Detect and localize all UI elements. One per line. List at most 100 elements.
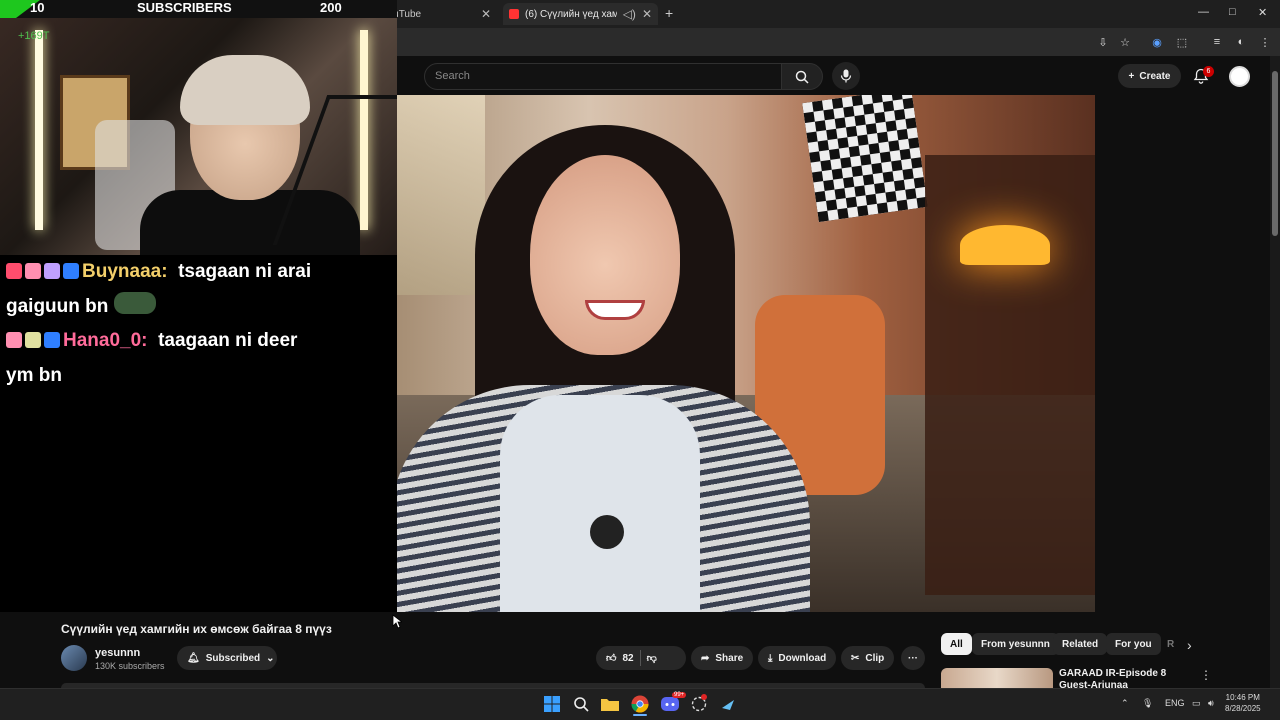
youtube-favicon-icon xyxy=(509,9,519,19)
subscribed-button[interactable]: 🔔︎ Subscribed ⌄ xyxy=(177,646,277,670)
tab-label: (6) Сүүлийн үед хамгийн и xyxy=(525,8,617,20)
like-button[interactable]: 👍︎ 82 xyxy=(606,652,634,665)
clock-time: 10:46 PM xyxy=(1225,693,1260,702)
subscriber-goal-bar: 10 SUBSCRIBERS 200 xyxy=(0,0,397,18)
microphone-icon xyxy=(840,69,852,83)
chip-related[interactable]: Related xyxy=(1053,633,1108,655)
divider xyxy=(639,650,641,666)
menu-kebab-icon[interactable]: ⋮ xyxy=(1258,35,1272,49)
clip-button[interactable]: ✂ Clip xyxy=(841,646,895,670)
windows-logo-icon xyxy=(544,696,560,712)
chat-message-continued: gaiguun bn xyxy=(6,290,159,324)
chat-text: taagaan ni deer xyxy=(158,330,298,351)
chat-text: gaiguun bn xyxy=(6,296,109,317)
tray-microphone-icon[interactable]: 🎙︎ xyxy=(1142,698,1153,709)
chrome-icon[interactable] xyxy=(630,694,650,714)
speaker-icon[interactable]: ◁) xyxy=(623,7,636,21)
heart-badge-icon xyxy=(6,332,22,348)
new-tab-button[interactable]: + xyxy=(665,5,673,21)
steam-icon[interactable] xyxy=(718,694,738,714)
presenter-shirt xyxy=(500,395,700,612)
clip-label: Clip xyxy=(865,652,885,664)
file-explorer-icon[interactable] xyxy=(600,694,620,714)
lavalier-microphone xyxy=(590,515,624,549)
download-icon: ⤓ xyxy=(768,652,773,664)
active-app-indicator xyxy=(633,714,647,716)
maximize-icon[interactable]: □ xyxy=(1229,6,1236,18)
chat-message-continued: ym bn xyxy=(6,359,62,393)
streamer-hair xyxy=(180,55,310,125)
subscriber-count: 130K subscribers xyxy=(95,661,165,671)
heart-badge-icon xyxy=(25,263,41,279)
chevron-down-icon: ⌄ xyxy=(266,652,275,664)
recommendation-menu-icon[interactable]: ⋮ xyxy=(1200,668,1212,682)
orange-lamp xyxy=(960,225,1050,265)
goal-current: 10 xyxy=(30,0,45,15)
tab-current-video[interactable]: (6) Сүүлийн үед хамгийн и ◁) ✕ xyxy=(503,3,658,25)
bookmark-star-icon[interactable]: ☆ xyxy=(1118,35,1132,49)
close-tab-icon[interactable]: ✕ xyxy=(642,7,652,21)
frog-emote-icon xyxy=(113,292,156,314)
scrollbar-thumb[interactable] xyxy=(1272,71,1278,236)
install-app-icon[interactable]: ⇩ xyxy=(1096,35,1110,49)
share-button[interactable]: ➦ Share xyxy=(691,646,754,670)
search-input[interactable]: Search xyxy=(424,63,782,90)
windows-start-icon[interactable] xyxy=(542,694,562,714)
clock-date: 8/28/2025 xyxy=(1225,704,1261,713)
webcam-watermark: +169T xyxy=(18,30,50,42)
thumbs-up-icon: 👍︎ xyxy=(606,653,617,664)
media-control-icon[interactable]: ≡ xyxy=(1210,35,1224,49)
account-avatar[interactable] xyxy=(1229,66,1250,87)
voice-search-button[interactable] xyxy=(832,62,860,90)
network-icon[interactable]: ▭ xyxy=(1192,698,1201,709)
notification-count-badge: 6 xyxy=(1203,66,1214,77)
chip-for-you[interactable]: For you xyxy=(1106,633,1161,655)
dislike-button[interactable]: 👎︎ xyxy=(647,652,657,664)
show-hidden-icons-chevron[interactable]: ⌃ xyxy=(1121,698,1129,709)
youtube-sidebar-area xyxy=(1095,95,1270,612)
language-indicator[interactable]: ENG xyxy=(1165,698,1185,708)
rocket-badge-icon xyxy=(6,263,22,279)
chip-from-channel[interactable]: From yesunnn xyxy=(972,633,1059,655)
chat-username: Hana0_0: xyxy=(63,330,148,351)
more-actions-button[interactable]: ··· xyxy=(901,646,925,670)
chip-truncated[interactable]: R xyxy=(1158,633,1183,655)
neon-light-left xyxy=(35,30,43,230)
extensions-icon[interactable]: ⬚ xyxy=(1175,35,1189,49)
close-tab-icon[interactable]: ✕ xyxy=(481,7,491,21)
close-window-icon[interactable]: ✕ xyxy=(1258,6,1267,19)
create-button[interactable]: + Create xyxy=(1118,64,1181,88)
create-label: Create xyxy=(1139,70,1171,82)
page-scrollbar[interactable] xyxy=(1270,56,1280,688)
volume-icon[interactable]: 🔊︎ xyxy=(1208,698,1214,709)
streamer-webcam: +169T xyxy=(0,0,397,255)
chat-text: ym bn xyxy=(6,365,62,386)
recommendation-title[interactable]: GARAAD IR-Episode 8 Guest-Ariunaa xyxy=(1059,668,1199,688)
recommendation-thumbnail[interactable] xyxy=(941,668,1053,688)
chat-message: Hana0_0: taagaan ni deer xyxy=(6,324,297,358)
minimize-icon[interactable]: — xyxy=(1198,6,1209,18)
profile-icon[interactable]: ◐ xyxy=(1234,35,1248,49)
gift-badge-icon xyxy=(44,332,60,348)
chat-text: tsagaan ni arai xyxy=(178,261,312,282)
scissors-icon: ✂ xyxy=(851,652,860,664)
taskbar-search-icon[interactable] xyxy=(571,694,591,714)
like-count: 82 xyxy=(622,652,634,664)
channel-name[interactable]: yesunnn xyxy=(95,647,140,659)
share-arrow-icon: ➦ xyxy=(701,652,710,664)
audio-extension-icon[interactable]: ◉ xyxy=(1150,35,1164,49)
thumbs-down-icon: 👎︎ xyxy=(646,653,657,664)
download-button[interactable]: ⤓ Download xyxy=(758,646,837,670)
taskbar-clock[interactable]: 10:46 PM 8/28/2025 xyxy=(1225,692,1261,714)
like-dislike-group: 👍︎ 82 👎︎ xyxy=(596,646,686,670)
channel-avatar[interactable] xyxy=(61,645,87,671)
chat-username: Buynaaa: xyxy=(82,261,168,282)
search-icon xyxy=(795,70,809,84)
emote-badge-icon xyxy=(44,263,60,279)
chat-message: Buynaaa: tsagaan ni arai xyxy=(6,255,311,289)
chip-all[interactable]: All xyxy=(941,633,972,655)
search-button[interactable] xyxy=(781,63,823,90)
chips-next-chevron-icon[interactable]: › xyxy=(1187,637,1192,653)
notification-dot xyxy=(701,694,707,700)
video-title: Сүүлийн үед хамгийн их өмсөж байгаа 8 пү… xyxy=(61,622,332,636)
